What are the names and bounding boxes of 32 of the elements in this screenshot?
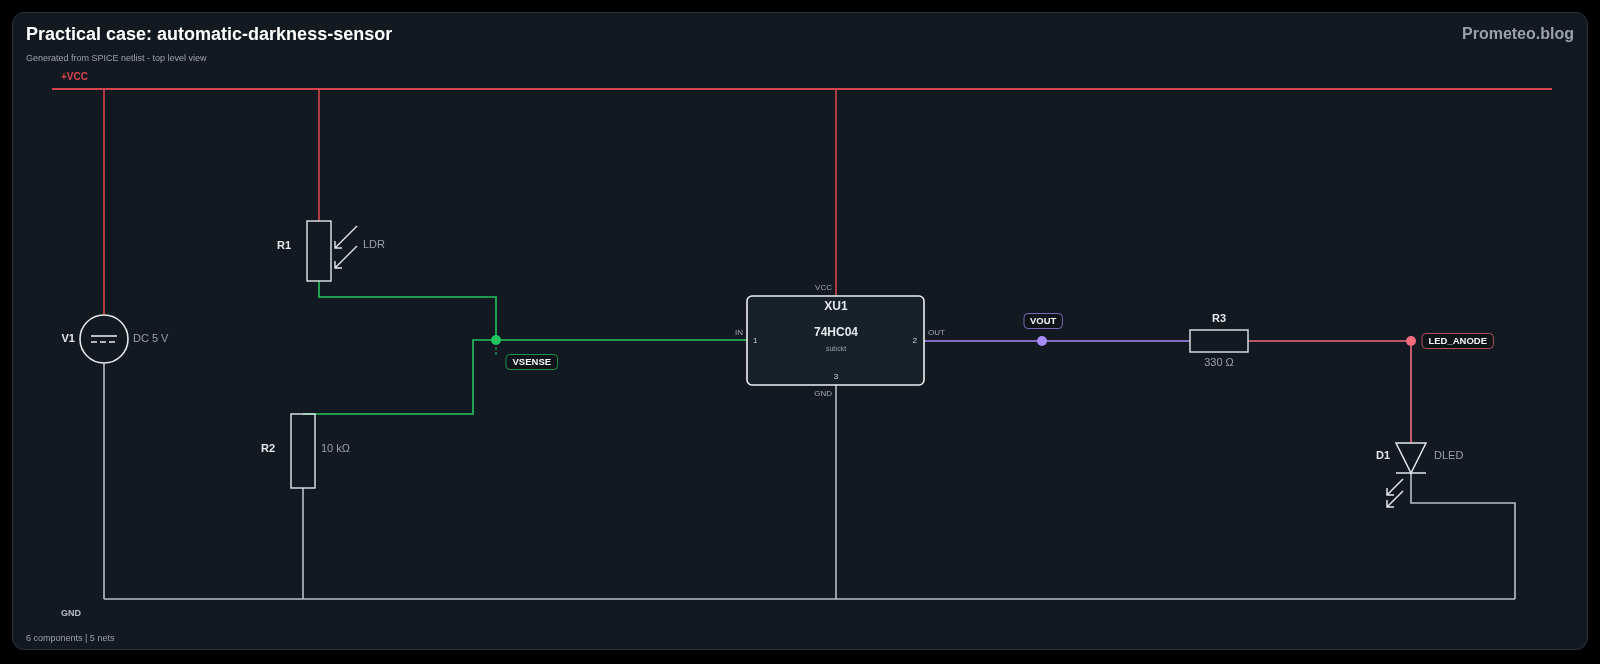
resistor-symbol <box>1189 329 1249 353</box>
pin-label: GND <box>814 389 832 399</box>
component-value: LDR <box>363 237 385 250</box>
pin-number: 2 <box>912 336 917 346</box>
component-label: XU1 <box>824 299 848 314</box>
net-label: LED_ANODE <box>1421 333 1494 349</box>
component-label: V1 <box>61 331 75 344</box>
component-value: DLED <box>1434 448 1464 461</box>
component-value: 330 Ω <box>1204 355 1234 368</box>
subtitle: Generated from SPICE netlist - top level view <box>26 52 208 65</box>
pin-label: OUT <box>928 328 945 338</box>
net-label: +VCC <box>61 70 88 82</box>
component-label: R1 <box>276 238 291 251</box>
pin-label: VCC <box>815 283 832 293</box>
voltage-source-symbol <box>79 314 129 364</box>
net-label: VOUT <box>1023 313 1063 329</box>
component-label: R2 <box>260 441 275 454</box>
component-label: R3 <box>1211 311 1227 324</box>
footer-summary: 6 components | 5 nets <box>26 631 115 645</box>
page-title: Practical case: automatic-darkness-sensor <box>26 23 393 46</box>
component-value: 74HC04 <box>814 325 858 340</box>
pin-number: 3 <box>833 372 839 382</box>
photoresistor-symbol <box>306 220 358 282</box>
net-label: VSENSE <box>505 354 559 370</box>
pin-number: 1 <box>753 336 758 346</box>
component-value: DC 5 V <box>133 331 169 344</box>
net-label: GND <box>61 608 81 619</box>
component-value: 10 kΩ <box>321 441 350 454</box>
pin-label: IN <box>735 328 743 338</box>
brand-text: Prometeo.blog <box>1462 24 1574 44</box>
component-label: D1 <box>1375 448 1390 461</box>
leader-line <box>495 346 497 358</box>
